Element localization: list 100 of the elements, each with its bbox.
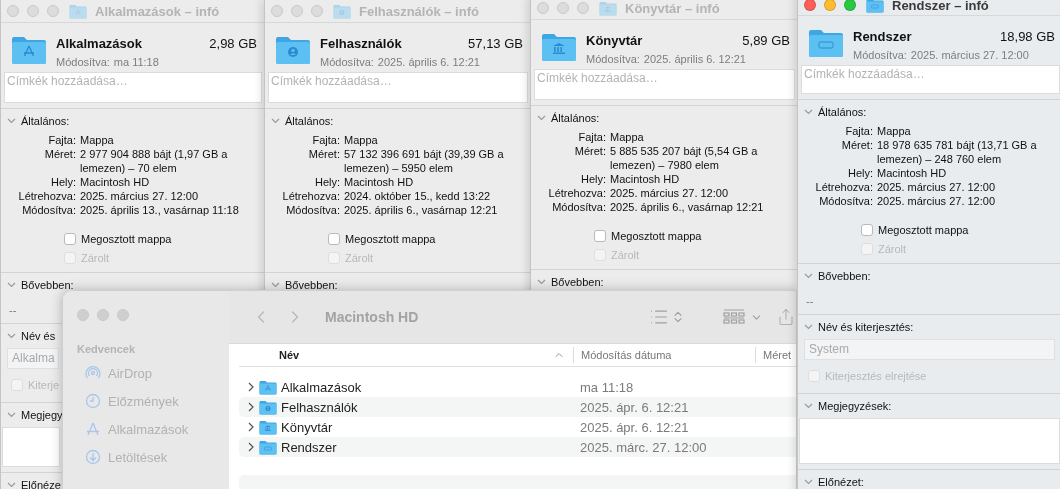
field-value: 2025. március 27. 12:00 <box>80 189 200 203</box>
checkbox[interactable] <box>64 232 76 245</box>
name-field[interactable]: Alkalma <box>7 348 59 369</box>
modified-date: ma 11:18 <box>113 55 159 69</box>
grid-view-icon[interactable] <box>723 309 746 325</box>
disclosure-chevron-icon[interactable] <box>247 442 255 452</box>
modified-date: 2025. márc. 27. 12:00 <box>579 439 708 455</box>
modified-date: 2025. március 27. 12:00 <box>910 48 1029 63</box>
window-title: Alkalmazások – infó <box>95 3 220 19</box>
chevron-down-icon[interactable] <box>804 273 813 279</box>
chevron-down-icon[interactable] <box>537 279 546 285</box>
section-title: Név és <box>21 330 56 342</box>
checkbox-label: Megosztott mappa <box>878 223 969 236</box>
share-icon[interactable] <box>777 308 796 326</box>
name-field[interactable]: System <box>804 339 1055 360</box>
folder-icon <box>599 0 617 16</box>
field-value: Macintosh HD <box>80 175 151 189</box>
chevron-down-icon[interactable] <box>271 118 280 124</box>
tags-field[interactable]: Címkék hozzáadása… <box>4 72 262 103</box>
zoom-button[interactable] <box>47 5 59 17</box>
tags-field[interactable]: Címkék hozzáadása… <box>534 69 795 100</box>
clock-icon <box>85 393 101 409</box>
section-title: Általános: <box>551 112 600 124</box>
chevron-down-icon[interactable] <box>537 115 546 121</box>
minimize-button[interactable] <box>27 5 39 17</box>
notes-field[interactable] <box>799 418 1060 464</box>
close-button[interactable] <box>537 2 549 14</box>
folder-icon <box>333 3 351 19</box>
column-header[interactable]: Módosítás dátuma <box>573 347 755 363</box>
section-title: Általános: <box>285 115 334 127</box>
modified-date: 2025. ápr. 6. 12:21 <box>579 419 690 435</box>
disclosure-chevron-icon[interactable] <box>247 382 255 392</box>
notes-field[interactable] <box>2 427 60 467</box>
chevron-down-icon[interactable] <box>271 282 280 288</box>
section-title: Bővebben: <box>21 279 74 291</box>
file-row[interactable]: Alkalmazások ma 11:18 <box>239 377 796 397</box>
minimize-button[interactable] <box>557 2 569 14</box>
file-row[interactable]: Könyvtár 2025. ápr. 6. 12:21 <box>239 417 796 437</box>
field-value: 18 978 635 781 bájt (13,71 GB a lemezen) – 248 760 elem <box>877 138 1038 166</box>
chevron-down-icon[interactable] <box>804 403 813 409</box>
checkbox[interactable] <box>328 232 340 245</box>
column-header[interactable]: Méret <box>755 347 796 363</box>
chevron-down-icon[interactable] <box>7 333 16 339</box>
disclosure-chevron-icon[interactable] <box>247 422 255 432</box>
field-label: Módosítva: <box>818 194 873 208</box>
field-value: Macintosh HD <box>344 175 415 189</box>
chevron-down-icon[interactable] <box>7 412 16 418</box>
field-value: 2 977 904 888 bájt (1,97 GB a lemezen) – 70 elem <box>80 147 229 175</box>
modified-date: ma 11:18 <box>579 379 635 395</box>
field-value: 2025. április 13., vasárnap 11:18 <box>80 203 240 217</box>
close-button[interactable] <box>7 5 19 17</box>
field-value: Macintosh HD <box>877 166 948 180</box>
tags-field[interactable]: Címkék hozzáadása… <box>268 72 528 103</box>
item-name: Alkalmazások <box>56 35 142 52</box>
checkbox[interactable] <box>594 229 606 242</box>
field-value: Mappa <box>344 133 379 147</box>
field-label: Hely: <box>579 172 606 186</box>
concentric-arcs-icon <box>85 365 101 381</box>
zoom-button[interactable] <box>577 2 589 14</box>
close-button[interactable] <box>77 309 89 321</box>
modified-date: 2025. április 6. 12:21 <box>377 55 480 69</box>
file-name: Alkalmazások <box>281 379 362 395</box>
chevron-down-icon[interactable] <box>804 479 813 485</box>
field-label: Fajta: <box>577 130 606 144</box>
minimize-button[interactable] <box>97 309 109 321</box>
window-title: Könyvtár – infó <box>625 0 720 16</box>
field-value: Macintosh HD <box>610 172 681 186</box>
folder-icon <box>541 32 577 62</box>
field-label: Hely: <box>49 175 76 189</box>
field-label: Méret: <box>307 147 340 162</box>
chevron-down-icon[interactable] <box>7 282 16 288</box>
field-value: 2025. április 6., vasárnap 12:21 <box>344 203 499 217</box>
section-title: Előnéze <box>21 479 61 489</box>
tags-field[interactable]: Címkék hozzáadása… <box>801 65 1060 94</box>
field-label: Létrehozva: <box>547 186 606 200</box>
chevron-down-icon[interactable] <box>7 118 16 124</box>
checkbox-label: Megosztott mappa <box>81 232 172 245</box>
chevron-down-icon[interactable] <box>7 482 16 488</box>
modified-label: Módosítva: <box>586 52 640 66</box>
folder-icon <box>866 0 884 13</box>
modified-label: Módosítva: <box>56 55 110 69</box>
item-name: Könyvtár <box>586 32 643 49</box>
column-header[interactable]: Név <box>239 347 573 363</box>
folder-icon <box>259 379 277 395</box>
disclosure-chevron-icon[interactable] <box>247 402 255 412</box>
file-row[interactable]: Rendszer 2025. márc. 27. 12:00 <box>239 437 796 457</box>
close-button[interactable] <box>271 5 283 17</box>
field-label: Létrehozva: <box>17 189 76 203</box>
zoom-button[interactable] <box>311 5 323 17</box>
checkbox[interactable] <box>861 223 873 236</box>
chevron-down-icon[interactable] <box>804 324 813 330</box>
minimize-button[interactable] <box>291 5 303 17</box>
field-value: 2025. március 27. 12:00 <box>877 194 997 208</box>
item-size: 5,89 GB <box>742 33 790 48</box>
file-row[interactable]: Felhasználók 2025. ápr. 6. 12:21 <box>239 397 796 417</box>
field-label: Módosítva: <box>551 200 606 214</box>
modified-label: Módosítva: <box>320 55 374 69</box>
field-value: Mappa <box>877 124 912 138</box>
zoom-button[interactable] <box>117 309 129 321</box>
chevron-down-icon[interactable] <box>804 109 813 115</box>
